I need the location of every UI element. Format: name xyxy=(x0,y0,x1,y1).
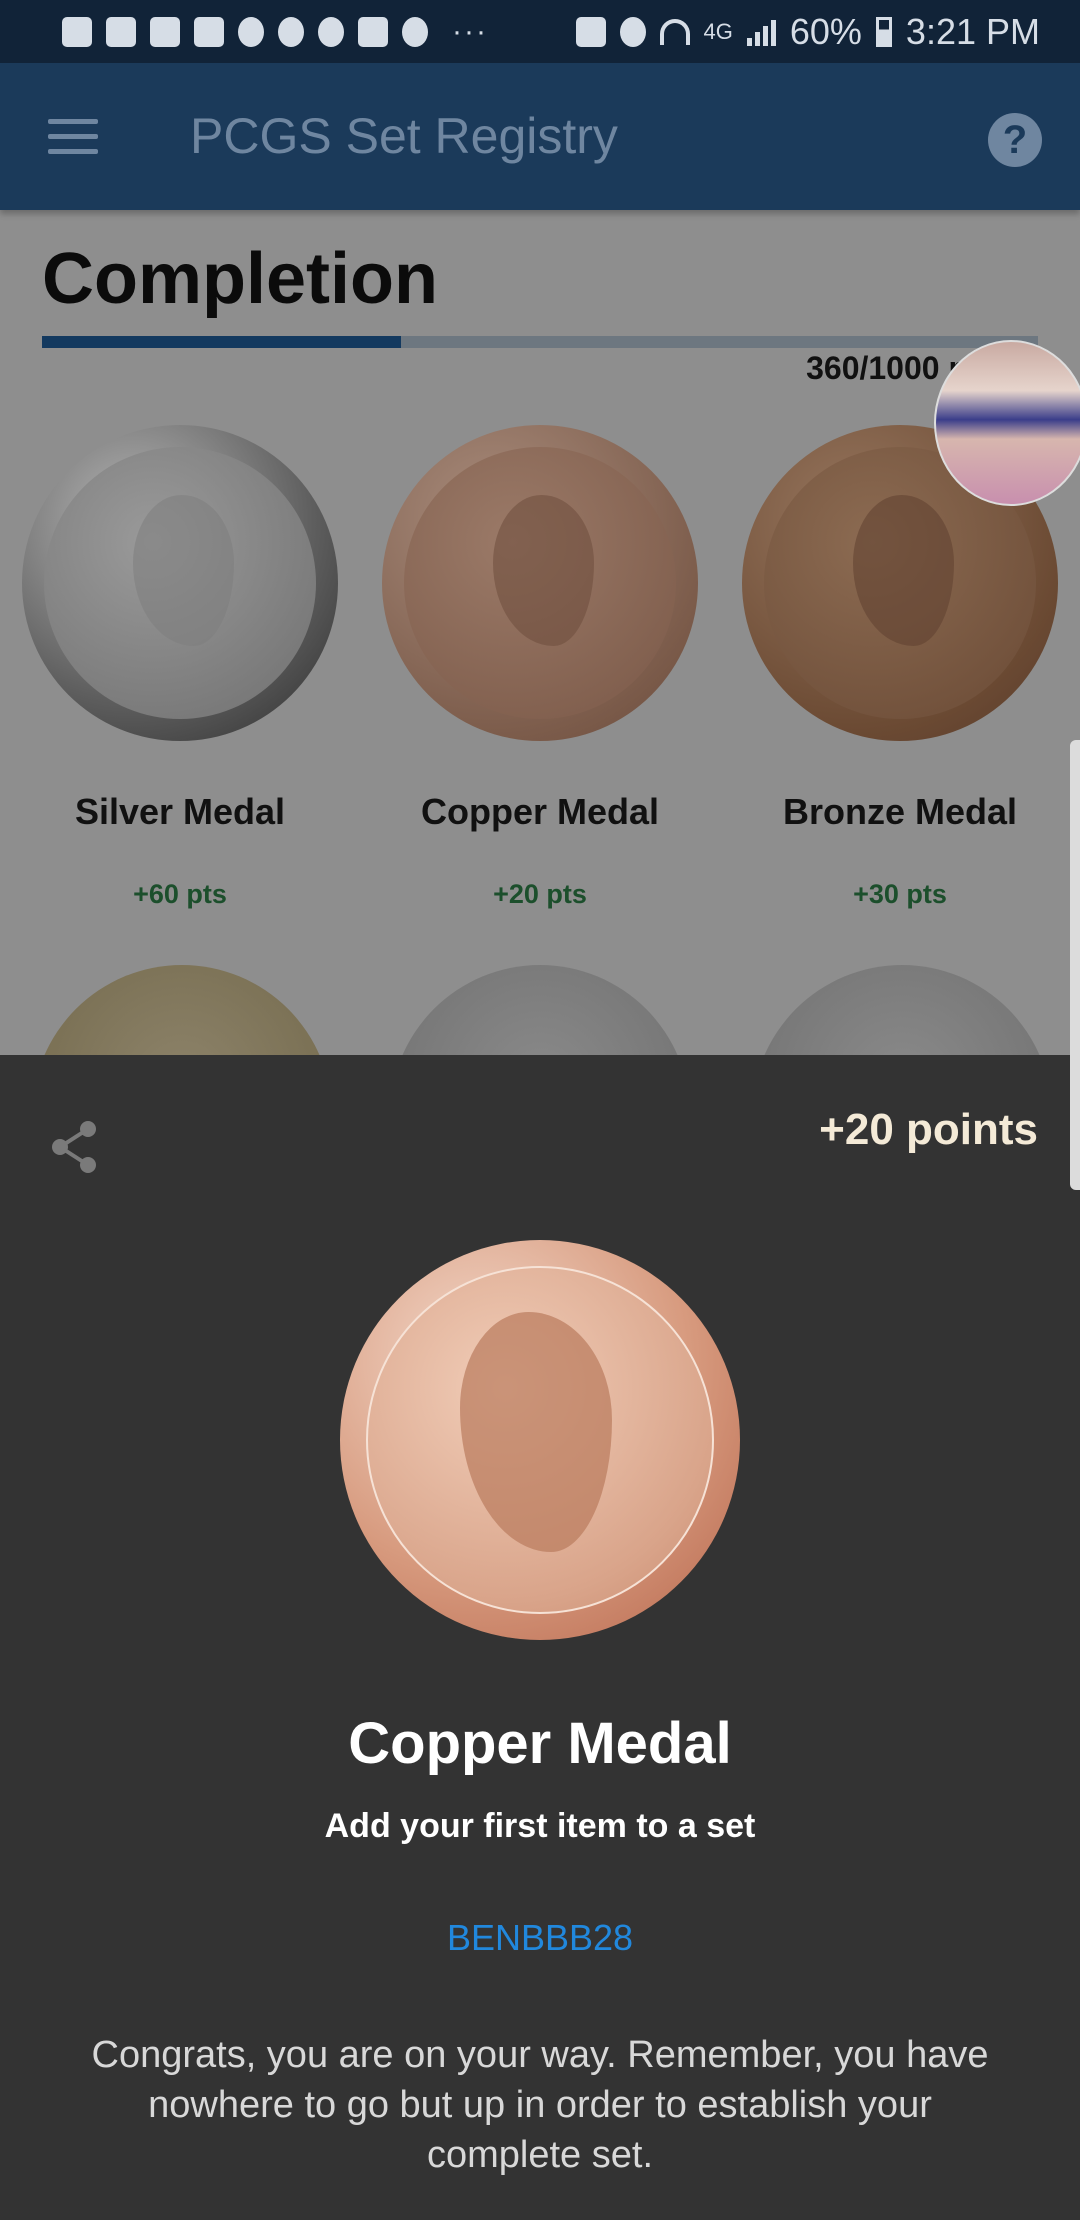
youtube-notification-icon-2 xyxy=(150,16,180,47)
page-title: Completion xyxy=(42,239,438,319)
medal-icon[interactable] xyxy=(752,965,1052,1055)
medal-name: Copper Medal xyxy=(420,791,660,832)
alarm-icon xyxy=(619,16,646,47)
app-bar: PCGS Set Registry ? xyxy=(0,63,1080,210)
medal-name: Bronze Medal xyxy=(782,791,1018,832)
hamburger-menu-icon[interactable] xyxy=(48,119,98,155)
status-notification-icons: ··· xyxy=(62,15,488,49)
medal-points: +60 pts xyxy=(133,879,227,909)
app-title: PCGS Set Registry xyxy=(190,108,618,164)
chat-head-avatar[interactable] xyxy=(934,340,1080,506)
completion-page: Completion 360/1000 p Silver Medal +60 p… xyxy=(0,210,1080,1055)
clock: 3:21 PM xyxy=(905,10,1040,52)
medal-description: Add your first item to a set xyxy=(324,1807,756,1845)
medal-name: Silver Medal xyxy=(74,791,286,832)
signal-icon xyxy=(746,18,776,46)
status-system-icons: 4G 60% 3:21 PM xyxy=(575,10,1040,53)
progress-bar xyxy=(42,336,1038,348)
status-bar: ··· 4G 60% 3:21 PM xyxy=(0,0,1080,63)
wifi-icon xyxy=(659,18,690,45)
copper-medal-large-icon xyxy=(340,1240,740,1640)
copper-medal-icon xyxy=(382,425,698,741)
share-icon[interactable] xyxy=(48,1119,100,1175)
medal-title: Copper Medal xyxy=(348,1711,732,1776)
edge-panel-handle[interactable] xyxy=(1070,740,1080,1190)
more-notifications-indicator: ··· xyxy=(452,14,488,48)
mail-notification-icon xyxy=(358,16,388,47)
progress-fill xyxy=(42,336,401,348)
facebook-notification-icon-2 xyxy=(194,16,224,47)
battery-icon xyxy=(875,16,892,47)
medal-points: +30 pts xyxy=(853,879,947,909)
congrats-message: Congrats, you are on your way. Remember,… xyxy=(91,2034,989,2176)
help-icon[interactable]: ? xyxy=(988,113,1042,167)
medal-points: +20 pts xyxy=(493,879,587,909)
nfc-icon xyxy=(575,16,606,47)
medal-card-copper[interactable]: Copper Medal +20 pts xyxy=(380,425,700,910)
battery-percent: 60% xyxy=(789,10,862,52)
medal-card-silver[interactable]: Silver Medal +60 pts xyxy=(20,425,340,910)
medal-detail-sheet: +20 points Copper Medal Add your first i… xyxy=(0,1055,1080,2220)
accessibility-notification-icon xyxy=(402,16,428,47)
shield-notification-icon xyxy=(238,16,264,47)
facebook-notification-icon xyxy=(62,16,92,47)
gold-medal-icon[interactable] xyxy=(32,965,332,1055)
username-link[interactable]: BENBBB28 xyxy=(0,1917,1080,1959)
sheet-points: +20 points xyxy=(819,1105,1038,1154)
silver-medal-icon xyxy=(22,425,338,741)
network-type: 4G xyxy=(703,18,733,44)
medal-icon[interactable] xyxy=(390,965,690,1055)
missed-call-icon xyxy=(278,16,304,47)
youtube-notification-icon xyxy=(106,16,136,47)
feather-notification-icon xyxy=(318,16,344,47)
